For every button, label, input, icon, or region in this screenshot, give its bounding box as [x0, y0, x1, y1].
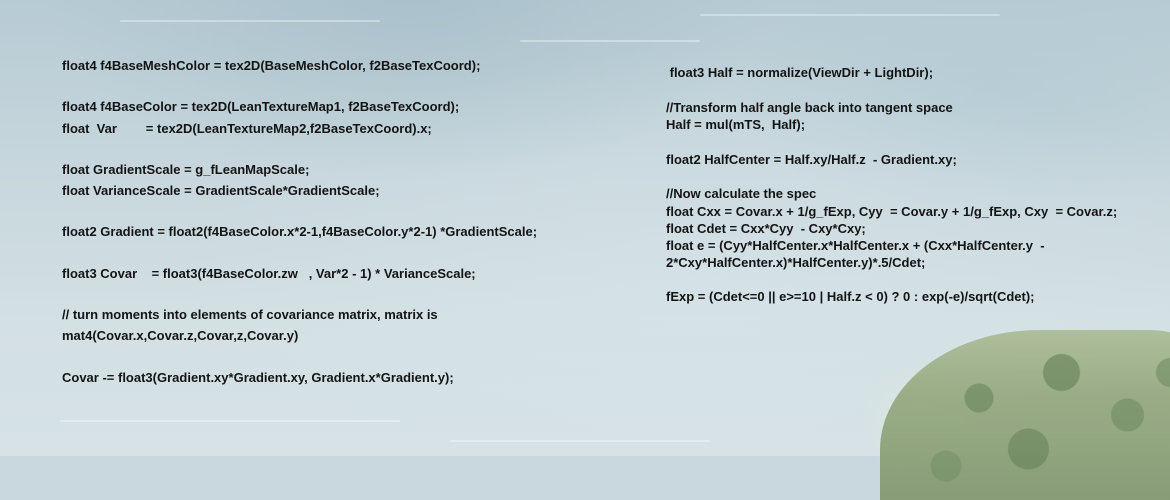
water-ripple — [120, 20, 380, 22]
code-line: float Cdet = Cxx*Cyy - Cxy*Cxy; — [666, 221, 866, 236]
code-line: fExp = (Cdet<=0 || e>=10 | Half.z < 0) ?… — [666, 289, 1035, 304]
code-line: // turn moments into elements of covaria… — [62, 307, 438, 322]
water-ripple — [520, 40, 700, 42]
code-line: float3 Covar = float3(f4BaseColor.zw , V… — [62, 266, 476, 281]
code-line: float4 f4BaseMeshColor = tex2D(BaseMeshC… — [62, 58, 481, 73]
water-ripple — [450, 440, 710, 442]
water-ripple — [60, 420, 400, 422]
code-line: float e = (Cyy*HalfCenter.x*HalfCenter.x… — [666, 238, 1045, 253]
code-line: 2*Cxy*HalfCenter.x)*HalfCenter.y)*.5/Cde… — [666, 255, 926, 270]
code-line: float2 Gradient = float2(f4BaseColor.x*2… — [62, 224, 538, 239]
code-line: Covar -= float3(Gradient.xy*Gradient.xy,… — [62, 370, 454, 385]
water-ripple — [700, 14, 1000, 16]
code-line: float VarianceScale = GradientScale*Grad… — [62, 183, 380, 198]
code-line: mat4(Covar.x,Covar.z,Covar,z,Covar.y) — [62, 328, 299, 343]
code-line: float3 Half = normalize(ViewDir + LightD… — [666, 65, 934, 80]
code-line: Half = mul(mTS, Half); — [666, 117, 806, 132]
code-line: float Var = tex2D(LeanTextureMap2,f2Base… — [62, 121, 432, 136]
code-line: //Now calculate the spec — [666, 186, 817, 201]
code-line: //Transform half angle back into tangent… — [666, 100, 953, 115]
code-line: float2 HalfCenter = Half.xy/Half.z - Gra… — [666, 152, 957, 167]
code-line: float Cxx = Covar.x + 1/g_fExp, Cyy = Co… — [666, 204, 1118, 219]
code-line: float GradientScale = g_fLeanMapScale; — [62, 162, 310, 177]
code-line: float4 f4BaseColor = tex2D(LeanTextureMa… — [62, 99, 460, 114]
